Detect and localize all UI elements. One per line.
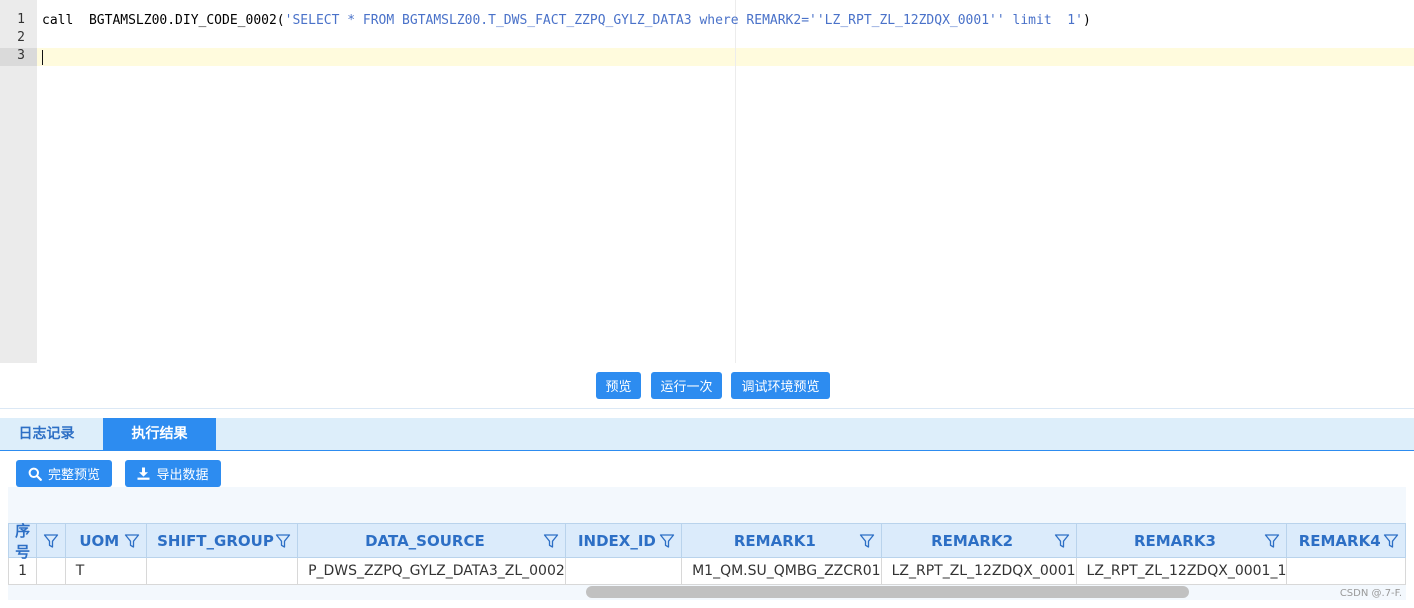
column-header-remark1[interactable]: REMARK1 <box>681 523 882 558</box>
column-header-label: DATA_SOURCE <box>365 531 485 550</box>
filter-icon[interactable] <box>1264 533 1280 549</box>
column-header-index: 序号 <box>8 523 38 561</box>
full-preview-button[interactable]: 完整预览 <box>16 460 112 487</box>
text-cursor <box>42 50 43 65</box>
column-header-label: 序号 <box>15 523 31 561</box>
filter-icon[interactable] <box>124 533 140 549</box>
column-header-label: INDEX_ID <box>577 531 656 550</box>
table-cell-index-id <box>564 557 683 585</box>
table-cell-uom: T <box>64 557 147 585</box>
table-cell-remark4 <box>1286 557 1406 585</box>
filter-icon[interactable] <box>859 533 875 549</box>
export-data-label: 导出数据 <box>156 468 209 483</box>
line-number-gutter: 1 2 3 <box>0 0 37 363</box>
column-header-uom[interactable]: UOM <box>64 523 147 558</box>
column-header-blank[interactable] <box>36 523 66 558</box>
divider <box>0 408 1414 409</box>
column-header-label: REMARK2 <box>931 531 1014 550</box>
column-header-index-id[interactable]: INDEX_ID <box>564 523 683 558</box>
line-number: 3 <box>17 48 25 63</box>
table-cell-shift-group <box>145 557 299 585</box>
column-header-remark4[interactable]: REMARK4 <box>1286 523 1406 558</box>
table-cell-data-source: P_DWS_ZZPQ_GYLZ_DATA3_ZL_0002 <box>297 557 566 585</box>
column-header-remark2[interactable]: REMARK2 <box>880 523 1077 558</box>
result-tabs: 日志记录 执行结果 <box>0 418 1414 451</box>
code-sql-string: 'SELECT * FROM BGTAMSLZ00.T_DWS_FACT_ZZP… <box>284 13 1083 28</box>
result-table: 序号 UOM SHIFT_GROUP DATA_SOURCE INDEX_ID … <box>8 523 1406 585</box>
table-cell-remark3: LZ_RPT_ZL_12ZDQX_0001_1 <box>1075 557 1288 585</box>
table-cell-remark2: LZ_RPT_ZL_12ZDQX_0001 <box>880 557 1077 585</box>
column-header-shift-group[interactable]: SHIFT_GROUP <box>145 523 299 558</box>
export-data-button[interactable]: 导出数据 <box>125 460 221 487</box>
column-header-label: UOM <box>79 531 120 550</box>
filter-icon[interactable] <box>43 533 59 549</box>
editor-actions: 预览 运行一次 调试环境预览 <box>0 372 1414 399</box>
table-header-row: 序号 UOM SHIFT_GROUP DATA_SOURCE INDEX_ID … <box>8 523 1406 561</box>
watermark: CSDN @.7-F. <box>1339 588 1402 599</box>
search-icon <box>28 467 42 481</box>
code-closing-paren: ) <box>1082 13 1091 28</box>
column-header-label: SHIFT_GROUP <box>157 531 274 550</box>
filter-icon[interactable] <box>659 533 675 549</box>
horizontal-scrollbar[interactable] <box>586 586 1189 598</box>
column-header-label: REMARK4 <box>1298 531 1381 550</box>
table-cell-index: 1 <box>8 557 38 585</box>
full-preview-label: 完整预览 <box>47 468 100 483</box>
line-number: 1 <box>17 12 25 27</box>
filter-icon[interactable] <box>1054 533 1070 549</box>
table-row[interactable]: 1 T P_DWS_ZZPQ_GYLZ_DATA3_ZL_0002 M1_QM.… <box>8 557 1406 585</box>
filter-icon[interactable] <box>543 533 559 549</box>
filter-icon[interactable] <box>1383 533 1399 549</box>
tab-log-records[interactable]: 日志记录 <box>0 418 93 450</box>
code-call-text: call BGTAMSLZ00.DIY_CODE_0002( <box>42 13 285 28</box>
table-cell-remark1: M1_QM.SU_QMBG_ZZCR01 <box>681 557 882 585</box>
column-header-data-source[interactable]: DATA_SOURCE <box>297 523 566 558</box>
line-number: 2 <box>17 30 25 45</box>
sql-editor[interactable]: 1 2 3 call BGTAMSLZ00.DIY_CODE_0002('SEL… <box>0 0 1414 363</box>
column-header-label: REMARK3 <box>1133 531 1216 550</box>
code-line-1[interactable]: call BGTAMSLZ00.DIY_CODE_0002('SELECT * … <box>42 12 1091 30</box>
result-table-wrapper: 序号 UOM SHIFT_GROUP DATA_SOURCE INDEX_ID … <box>8 523 1406 585</box>
column-header-remark3[interactable]: REMARK3 <box>1075 523 1288 558</box>
tab-execution-result[interactable]: 执行结果 <box>103 418 216 450</box>
run-once-button[interactable]: 运行一次 <box>651 372 722 399</box>
preview-button[interactable]: 预览 <box>596 372 641 399</box>
download-icon <box>137 467 150 480</box>
table-cell <box>36 557 66 585</box>
filter-icon[interactable] <box>275 533 291 549</box>
debug-env-preview-button[interactable]: 调试环境预览 <box>731 372 830 399</box>
print-margin <box>735 0 736 363</box>
active-line-highlight <box>37 48 1414 66</box>
column-header-label: REMARK1 <box>733 531 816 550</box>
